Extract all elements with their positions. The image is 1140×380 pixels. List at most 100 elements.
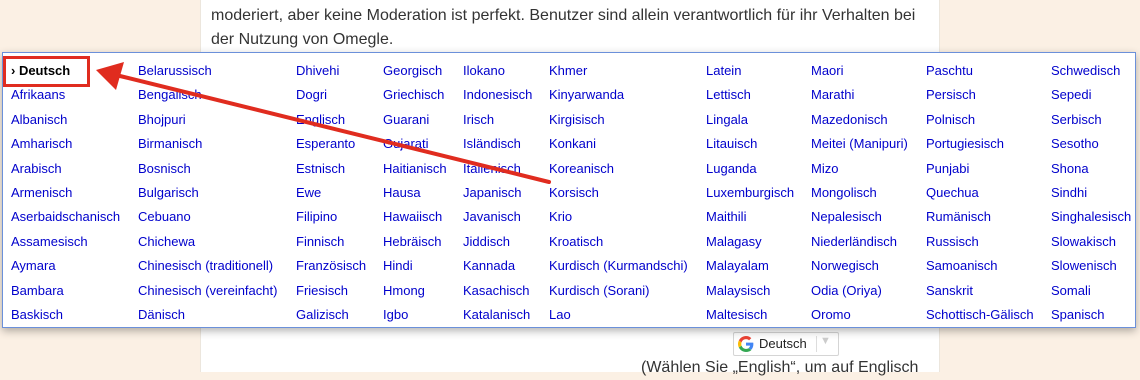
language-option[interactable]: Javanisch [463,205,532,229]
language-option[interactable]: Lingala [706,108,794,132]
language-option[interactable]: Irisch [463,108,532,132]
language-option[interactable]: Rumänisch [926,205,1034,229]
language-option[interactable]: Chinesisch (vereinfacht) [138,279,277,303]
language-option[interactable]: Korsisch [549,181,688,205]
language-option[interactable]: Friesisch [296,279,366,303]
language-option[interactable]: Albanisch [11,108,120,132]
language-option[interactable]: Somali [1051,279,1131,303]
language-option[interactable]: Mazedonisch [811,108,908,132]
language-option[interactable]: Armenisch [11,181,120,205]
language-option[interactable]: Punjabi [926,157,1034,181]
language-option[interactable]: Maori [811,59,908,83]
language-option[interactable]: Luganda [706,157,794,181]
language-option[interactable]: Ilokano [463,59,532,83]
language-option[interactable]: Samoanisch [926,254,1034,278]
language-option[interactable]: Französisch [296,254,366,278]
language-option[interactable]: Kannada [463,254,532,278]
language-option[interactable]: Maltesisch [706,303,794,327]
language-option[interactable]: Afrikaans [11,83,120,107]
language-option[interactable]: Filipino [296,205,366,229]
language-option[interactable]: Litauisch [706,132,794,156]
language-option[interactable]: Kurdisch (Sorani) [549,279,688,303]
language-option[interactable]: Finnisch [296,230,366,254]
language-option[interactable]: Hebräisch [383,230,447,254]
language-option[interactable]: Shona [1051,157,1131,181]
language-option[interactable]: Konkani [549,132,688,156]
language-option[interactable]: Hmong [383,279,447,303]
language-option[interactable]: Hawaiisch [383,205,447,229]
language-option[interactable]: Sepedi [1051,83,1131,107]
language-option[interactable]: Aserbaidschanisch [11,205,120,229]
language-option[interactable]: Guarani [383,108,447,132]
language-option[interactable]: Sindhi [1051,181,1131,205]
language-option[interactable]: Japanisch [463,181,532,205]
language-option[interactable]: Haitianisch [383,157,447,181]
language-option[interactable]: Hindi [383,254,447,278]
language-option[interactable]: Kroatisch [549,230,688,254]
language-option[interactable]: Englisch [296,108,366,132]
language-option[interactable]: Odia (Oriya) [811,279,908,303]
language-option[interactable]: Arabisch [11,157,120,181]
language-option[interactable]: Georgisch [383,59,447,83]
language-option[interactable]: Cebuano [138,205,277,229]
language-option[interactable]: Oromo [811,303,908,327]
language-option[interactable]: Singhalesisch [1051,205,1131,229]
language-option[interactable]: Kinyarwanda [549,83,688,107]
language-option[interactable]: Esperanto [296,132,366,156]
language-option[interactable]: Aymara [11,254,120,278]
language-option[interactable]: Luxemburgisch [706,181,794,205]
language-option[interactable]: Khmer [549,59,688,83]
language-option[interactable]: Bambara [11,279,120,303]
language-option[interactable]: Norwegisch [811,254,908,278]
language-option[interactable]: Jiddisch [463,230,532,254]
language-option[interactable]: Malagasy [706,230,794,254]
language-option[interactable]: Latein [706,59,794,83]
language-option[interactable]: Bulgarisch [138,181,277,205]
language-option[interactable]: Krio [549,205,688,229]
language-option[interactable]: Maithili [706,205,794,229]
language-option[interactable]: Baskisch [11,303,120,327]
language-option[interactable]: Slowenisch [1051,254,1131,278]
language-option[interactable]: Igbo [383,303,447,327]
language-option[interactable]: Russisch [926,230,1034,254]
language-option[interactable]: Hausa [383,181,447,205]
triangle-down-icon[interactable]: ▼ [820,335,831,347]
language-option[interactable]: Mizo [811,157,908,181]
language-option[interactable]: Bengalisch [138,83,277,107]
language-option[interactable]: Polnisch [926,108,1034,132]
language-option[interactable]: Dänisch [138,303,277,327]
language-option[interactable]: Bosnisch [138,157,277,181]
language-option[interactable]: Marathi [811,83,908,107]
language-option[interactable]: Chichewa [138,230,277,254]
language-option-selected[interactable]: › Deutsch [11,59,120,83]
language-option[interactable]: Estnisch [296,157,366,181]
language-option[interactable]: Birmanisch [138,132,277,156]
language-option[interactable]: Chinesisch (traditionell) [138,254,277,278]
language-option[interactable]: Schottisch-Gälisch [926,303,1034,327]
language-option[interactable]: Mongolisch [811,181,908,205]
language-option[interactable]: Kasachisch [463,279,532,303]
language-option[interactable]: Spanisch [1051,303,1131,327]
language-option[interactable]: Serbisch [1051,108,1131,132]
language-option[interactable]: Ewe [296,181,366,205]
language-option[interactable]: Dogri [296,83,366,107]
language-option[interactable]: Gujarati [383,132,447,156]
language-option[interactable]: Malayalam [706,254,794,278]
language-option[interactable]: Portugiesisch [926,132,1034,156]
language-option[interactable]: Lettisch [706,83,794,107]
language-option[interactable]: Nepalesisch [811,205,908,229]
language-option[interactable]: Persisch [926,83,1034,107]
language-option[interactable]: Koreanisch [549,157,688,181]
language-option[interactable]: Sesotho [1051,132,1131,156]
language-option[interactable]: Griechisch [383,83,447,107]
language-option[interactable]: Sanskrit [926,279,1034,303]
language-option[interactable]: Kurdisch (Kurmandschi) [549,254,688,278]
language-option[interactable]: Amharisch [11,132,120,156]
language-option[interactable]: Niederländisch [811,230,908,254]
language-option[interactable]: Slowakisch [1051,230,1131,254]
language-option[interactable]: Malaysisch [706,279,794,303]
language-option[interactable]: Kirgisisch [549,108,688,132]
language-option[interactable]: Schwedisch [1051,59,1131,83]
language-option[interactable]: Assamesisch [11,230,120,254]
language-option[interactable]: Meitei (Manipuri) [811,132,908,156]
